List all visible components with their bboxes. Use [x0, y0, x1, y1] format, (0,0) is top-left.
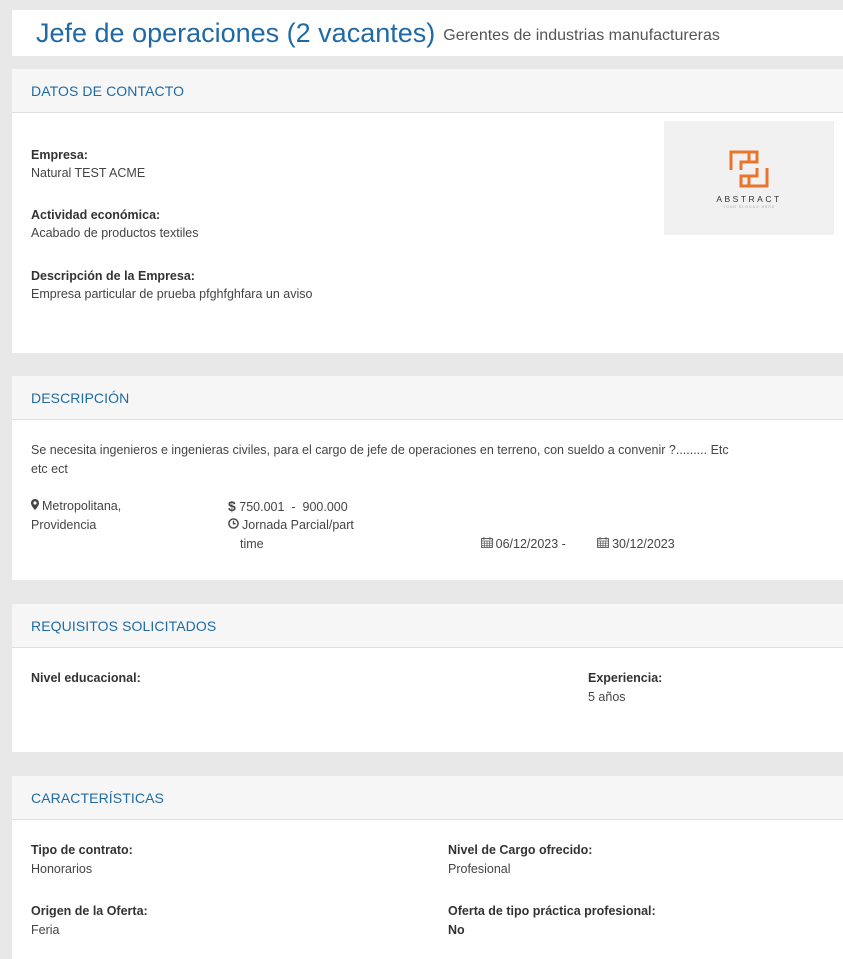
page-subtitle: Gerentes de industrias manufactureras — [443, 27, 720, 44]
experiencia-value: 5 años — [588, 690, 626, 704]
salary: $ 750.001 - 900.000 — [228, 497, 348, 517]
contact-card: DATOS DE CONTACTO Empresa: Natural TEST … — [12, 69, 843, 353]
practica-profesional-value: No — [448, 923, 465, 937]
nivel-educacional-label: Nivel educacional: — [31, 671, 141, 685]
title-bar: Jefe de operaciones (2 vacantes) Gerente… — [12, 10, 843, 56]
company-logo: ABSTRACT YOUR SLOGAN HERE — [664, 121, 834, 235]
salary-symbol: $ — [228, 498, 236, 514]
practica-profesional-label: Oferta de tipo práctica profesional: — [448, 904, 656, 918]
calendar-icon — [453, 516, 493, 573]
date-range: 06/12/2023 - 30/12/2023 — [432, 497, 675, 592]
abstract-logo-icon — [729, 150, 769, 187]
characteristics-card: CARACTERÍSTICAS Tipo de contrato: Honora… — [12, 776, 843, 959]
requirements-heading: REQUISITOS SOLICITADOS — [12, 604, 843, 648]
date-end: 30/12/2023 — [612, 536, 675, 551]
tipo-contrato-value: Honorarios — [31, 862, 93, 876]
origen-oferta-label: Origen de la Oferta: — [31, 904, 148, 918]
date-start: 06/12/2023 — [495, 536, 559, 551]
location: Metropolitana, — [31, 497, 121, 516]
jornada: Jornada Parcial/part — [228, 516, 354, 535]
descripcion-empresa-value: Empresa particular de prueba pfghfghfara… — [31, 287, 313, 301]
requirements-card: REQUISITOS SOLICITADOS Nivel educacional… — [12, 604, 843, 752]
nivel-cargo-value: Profesional — [448, 862, 511, 876]
location-line2: Providencia — [31, 518, 97, 532]
descripcion-empresa-label: Descripción de la Empresa: — [31, 269, 195, 283]
job-offer-page: Jefe de operaciones (2 vacantes) Gerente… — [0, 0, 843, 959]
clock-icon — [228, 516, 239, 535]
jornada-line2: time — [240, 537, 264, 551]
logo-tagline: YOUR SLOGAN HERE — [722, 204, 776, 209]
description-text-line1: Se necesita ingenieros e ingenieras civi… — [31, 443, 729, 457]
description-card: DESCRIPCIÓN Se necesita ingenieros e ing… — [12, 376, 843, 580]
date-separator: - — [558, 536, 570, 551]
characteristics-heading: CARACTERÍSTICAS — [12, 776, 843, 820]
jornada-line1: Jornada Parcial/part — [242, 518, 354, 532]
salary-range: 750.001 - 900.000 — [239, 500, 348, 514]
calendar-icon — [569, 516, 610, 573]
description-text-line2: etc ect — [31, 462, 68, 476]
actividad-label: Actividad económica: — [31, 208, 161, 222]
nivel-cargo-label: Nivel de Cargo ofrecido: — [448, 843, 593, 857]
origen-oferta-value: Feria — [31, 923, 60, 937]
logo-wordmark: ABSTRACT — [716, 193, 782, 204]
page-title: Jefe de operaciones (2 vacantes) — [36, 17, 436, 48]
empresa-label: Empresa: — [31, 148, 88, 162]
location-line1: Metropolitana, — [42, 499, 122, 513]
experiencia-label: Experiencia: — [588, 671, 663, 685]
contact-heading: DATOS DE CONTACTO — [12, 69, 843, 113]
tipo-contrato-label: Tipo de contrato: — [31, 843, 133, 857]
empresa-value: Natural TEST ACME — [31, 166, 146, 180]
actividad-value: Acabado de productos textiles — [31, 226, 199, 240]
description-heading: DESCRIPCIÓN — [12, 376, 843, 420]
map-marker-icon — [31, 497, 39, 516]
